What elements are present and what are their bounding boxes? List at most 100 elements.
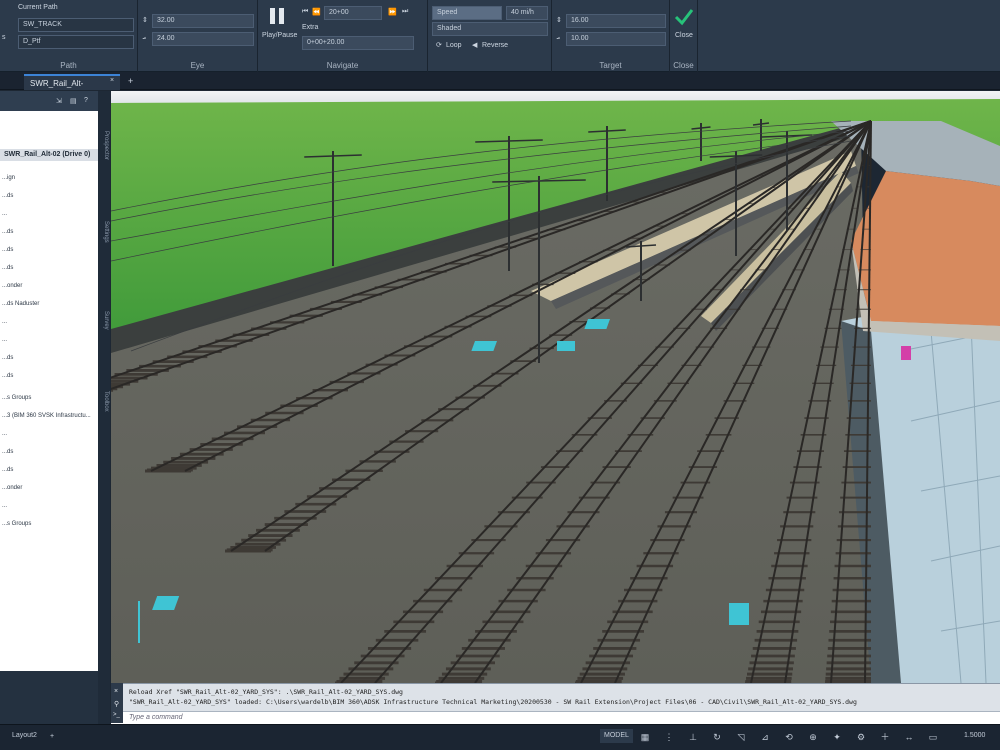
ribbon: s Current Path SW_TRACK D_Ptf Path ⇕ 32.… — [0, 0, 1000, 72]
tree-item[interactable]: ... — [2, 503, 7, 509]
polar-icon[interactable]: ↻ — [712, 732, 722, 742]
snap-icon[interactable]: ⋮ — [664, 732, 674, 742]
station-field[interactable]: 20+00 — [324, 6, 382, 20]
fullscreen-icon[interactable]: ▭ — [928, 732, 938, 742]
step-forward-icon[interactable]: ⏩ — [388, 8, 397, 16]
target-v2-field[interactable]: 10.00 — [566, 32, 666, 46]
toolspace-palette: ⇲ ▤ ? SWR_Rail_Alt-02 (Drive 0) ...ign..… — [0, 91, 110, 724]
new-tab-icon[interactable]: + — [128, 76, 133, 86]
navigate-panel: Play/Pause ⏮ ⏪ 20+00 ⏩ ⏭ Extra 0+00+20.0… — [258, 0, 428, 72]
tree-item[interactable]: ...ds — [2, 467, 13, 473]
speed-value-field[interactable]: 40 mi/h — [506, 6, 548, 20]
tree-item[interactable]: ...ds — [2, 229, 13, 235]
tree-item[interactable]: ...onder — [2, 485, 22, 491]
eye-height-field[interactable]: 32.00 — [152, 14, 254, 28]
tree-item[interactable]: ...ds — [2, 449, 13, 455]
skip-back-icon[interactable]: ⏮ — [302, 8, 308, 16]
otrack-icon[interactable]: ⊿ — [760, 732, 770, 742]
tree-item[interactable]: ...ds — [2, 193, 13, 199]
close-panel-label: Close — [673, 61, 694, 70]
tab-close-icon[interactable]: × — [110, 77, 114, 84]
annotation-scale[interactable]: 1.5000 — [960, 729, 989, 743]
tree-item[interactable]: ...s Groups — [2, 395, 31, 401]
reverse-icon[interactable]: ◀ — [472, 41, 477, 49]
grid-icon[interactable]: ▦ — [640, 732, 650, 742]
tree-item[interactable]: ...ds — [2, 247, 13, 253]
range-field[interactable]: 0+00+20.00 — [302, 36, 414, 50]
tab-drawing[interactable]: SWR_Rail_Alt-02_Drive_02* — [24, 74, 120, 104]
path2-field[interactable]: D_Ptf — [18, 35, 134, 49]
target-panel-label: Target — [599, 61, 622, 70]
side-tab-settings[interactable]: Settings — [99, 221, 109, 243]
tree-item[interactable]: ...ds — [2, 355, 13, 361]
command-settings-icon[interactable]: ⚲ — [114, 700, 119, 708]
side-tab-toolbox[interactable]: Toolbox — [99, 391, 109, 412]
target-v1-field[interactable]: 16.00 — [566, 14, 666, 28]
isolate-icon[interactable]: ↔ — [904, 732, 914, 742]
osnap-icon[interactable]: ◹ — [736, 732, 746, 742]
palette-tool-icon-2[interactable]: ▤ — [70, 97, 77, 105]
close-button-label[interactable]: Close — [675, 32, 693, 39]
loop-label[interactable]: Loop — [446, 42, 462, 49]
command-line-panel: Reload Xref "SWR_Rail_Alt-02_YARD_SYS": … — [111, 683, 1000, 724]
tree-item[interactable]: ...ds Naduster — [2, 301, 39, 307]
tree-item[interactable]: ...ds — [2, 373, 13, 379]
navigate-panel-label: Navigate — [326, 61, 359, 70]
eye-panel: ⇕ 32.00 ⦟ 24.00 Eye — [138, 0, 258, 72]
annotation-icon[interactable]: ✦ — [832, 732, 842, 742]
play-pause-icon[interactable] — [270, 8, 288, 26]
status-bar: Layout2 + MODEL ▦ ⋮ ⊥ ↻ ◹ ⊿ ⟲ ⊕ ✦ ⚙ ＋ ↔ ▭ 1.5000 — [0, 724, 1000, 750]
command-line-gutter: × ⚲ >_ — [111, 683, 123, 723]
tree-item[interactable]: ... — [2, 431, 7, 437]
side-tab-survey[interactable]: Survey — [99, 311, 109, 330]
close-check-icon[interactable] — [674, 8, 694, 26]
eye-angle-field[interactable]: 24.00 — [152, 32, 254, 46]
tree-item[interactable]: ... — [2, 337, 7, 343]
workspace-icon[interactable]: ⚙ — [856, 732, 866, 742]
tree-item[interactable]: ...3 (BIM 360 SVSK Infrastructu... — [2, 413, 91, 419]
rail-yard-3d-scene — [111, 91, 1000, 683]
tree-item[interactable]: ...ign — [2, 175, 15, 181]
loop-icon[interactable]: ⟳ — [436, 41, 442, 49]
model-space-button[interactable]: MODEL — [600, 729, 633, 743]
extra-label: Extra — [302, 24, 319, 31]
path-panel: s Current Path SW_TRACK D_Ptf Path — [0, 0, 138, 72]
eye-angle-icon: ⦟ — [142, 34, 147, 41]
plus-icon[interactable]: ＋ — [880, 732, 890, 742]
tree-item[interactable]: ...onder — [2, 283, 22, 289]
palette-help-icon[interactable]: ? — [84, 97, 88, 104]
add-layout-icon[interactable]: + — [50, 733, 54, 740]
side-tab-prospector[interactable]: Prospector — [99, 131, 109, 160]
alignment-marker — [901, 346, 911, 360]
palette-tool-icon-1[interactable]: ⇲ — [56, 97, 62, 105]
eye-panel-label: Eye — [190, 61, 205, 70]
tree-item[interactable]: ... — [2, 211, 7, 217]
ortho-icon[interactable]: ⊥ — [688, 732, 698, 742]
target-panel: ⇕ 16.00 ⦟ 10.00 Target — [552, 0, 670, 72]
layout-tab[interactable]: Layout2 — [8, 729, 41, 743]
path-panel-label: Path — [60, 61, 77, 70]
tree-root[interactable]: SWR_Rail_Alt-02 (Drive 0) — [0, 149, 98, 161]
shading-mode-select[interactable]: Shaded — [432, 22, 548, 36]
command-close-icon[interactable]: × — [114, 688, 118, 695]
ucs-status-icon[interactable]: ⊕ — [808, 732, 818, 742]
path1-field[interactable]: SW_TRACK — [18, 18, 134, 32]
step-back-icon[interactable]: ⏪ — [312, 8, 321, 16]
eye-height-icon: ⇕ — [142, 17, 148, 24]
play-pause-label: Play/Pause — [262, 32, 298, 39]
document-tabs: SWR_Rail_Alt-02_Drive_02* × + — [0, 72, 1000, 104]
tree-item[interactable]: ...ds — [2, 265, 13, 271]
command-history-line-1: Reload Xref "SWR_Rail_Alt-02_YARD_SYS": … — [129, 688, 403, 696]
command-prompt-icon: >_ — [113, 712, 120, 718]
drawing-viewport[interactable] — [111, 91, 1000, 683]
tree-item[interactable]: ...s Groups — [2, 521, 31, 527]
reverse-label[interactable]: Reverse — [482, 42, 508, 49]
civil3d-window: s Current Path SW_TRACK D_Ptf Path ⇕ 32.… — [0, 0, 1000, 750]
speed-label-field: Speed — [432, 6, 502, 20]
dyn-icon[interactable]: ⟲ — [784, 732, 794, 742]
ribbon-cut-label: s — [2, 34, 6, 41]
tree-item[interactable]: ... — [2, 319, 7, 325]
command-input[interactable]: Type a command — [111, 711, 1000, 724]
station-roof — [851, 171, 1000, 326]
skip-forward-icon[interactable]: ⏭ — [402, 8, 408, 16]
